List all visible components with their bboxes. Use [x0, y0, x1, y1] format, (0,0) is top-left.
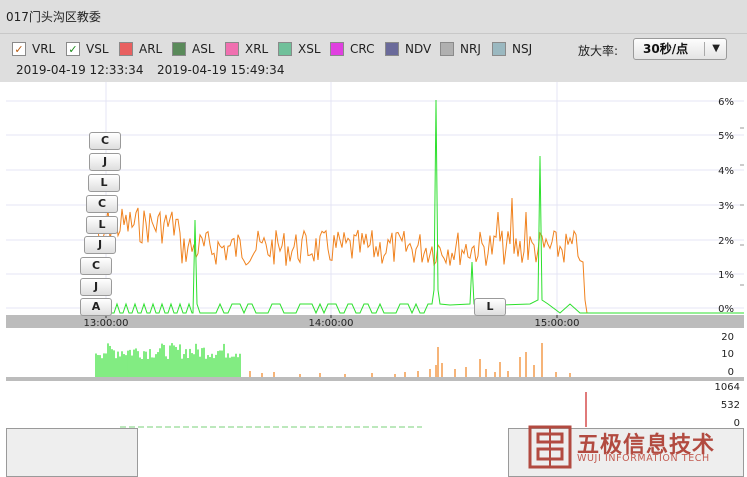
mid-y-axis: 20 10 0 [721, 332, 734, 378]
mid-y-tick-label: 0 [728, 367, 734, 378]
annotation-l[interactable]: L [88, 174, 120, 192]
annotation-j[interactable]: J [84, 236, 116, 254]
main-y-tick-label: 2% [718, 236, 734, 247]
main-y-tick-label: 1% [718, 270, 734, 281]
company-logo: 五极信息技术 WUJI INFORMATION TECH [527, 422, 727, 470]
mid-y-tick-label: 20 [721, 332, 734, 343]
left-navigator-handle[interactable] [6, 428, 138, 477]
annotation-j[interactable]: J [80, 278, 112, 296]
panel-divider [6, 377, 744, 381]
main-y-tick-label: 4% [718, 166, 734, 177]
logo-text-en: WUJI INFORMATION TECH [577, 453, 710, 464]
main-y-tick-label: 6% [718, 97, 734, 108]
x-tick-label: 15:00:00 [535, 318, 580, 329]
annotation-l[interactable]: L [86, 216, 118, 234]
annotation-j[interactable]: J [89, 153, 121, 171]
main-y-tick-label: 3% [718, 201, 734, 212]
low-y-tick-label: 1064 [715, 382, 740, 393]
mid-y-tick-label: 10 [721, 349, 734, 360]
annotation-c[interactable]: C [86, 195, 118, 213]
annotation-c[interactable]: C [89, 132, 121, 150]
annotation-c[interactable]: C [80, 257, 112, 275]
annotation-a[interactable]: A [80, 298, 112, 316]
x-tick-label: 14:00:00 [309, 318, 354, 329]
main-y-tick-label: 5% [718, 131, 734, 142]
vsl-series-line [95, 99, 744, 315]
low-y-tick-label: 532 [721, 400, 740, 411]
annotation-l[interactable]: L [474, 298, 506, 316]
logo-mark-icon [528, 425, 572, 469]
x-tick-label: 13:00:00 [84, 318, 129, 329]
main-y-axis: 6%5%4%3%2%1%0% [718, 97, 734, 315]
mid-panel-bars [95, 343, 571, 377]
